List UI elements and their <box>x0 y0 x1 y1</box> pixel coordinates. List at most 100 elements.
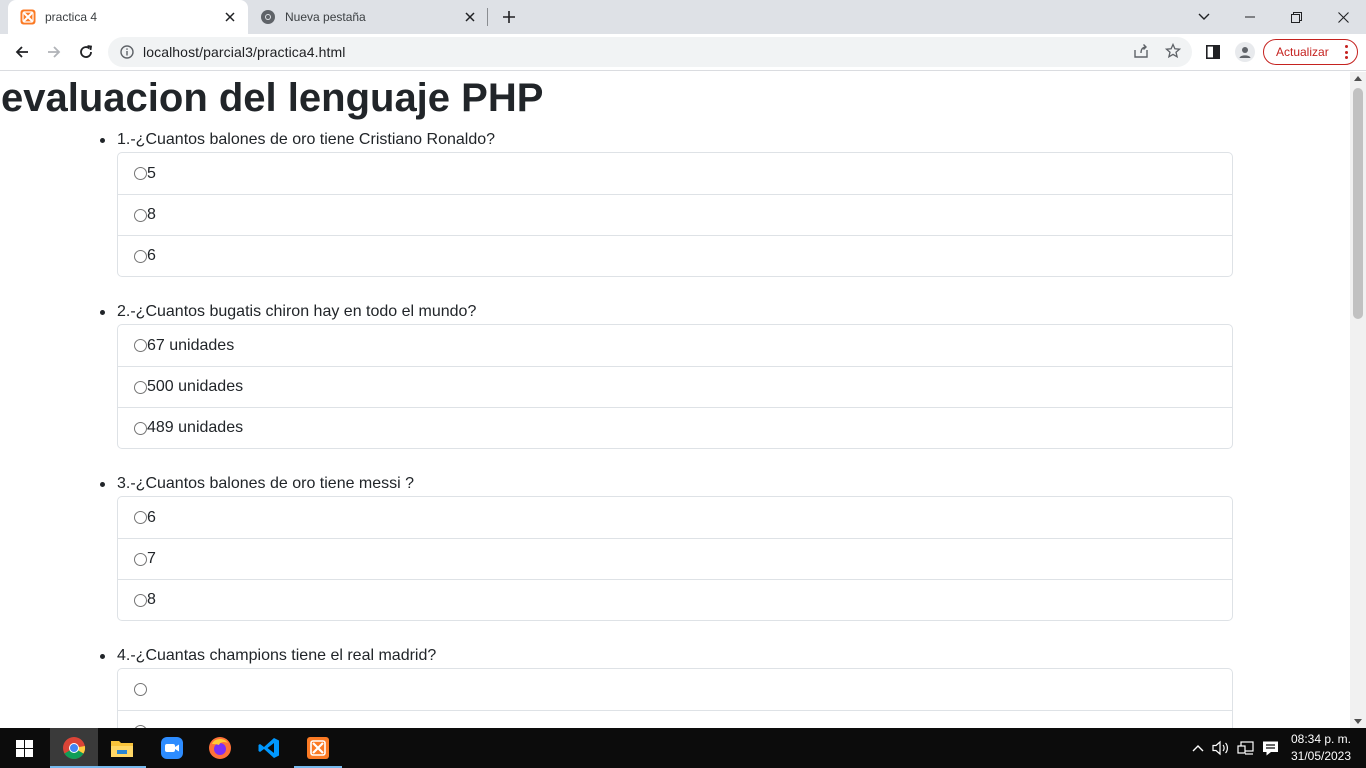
back-button[interactable] <box>8 38 36 66</box>
bullet <box>100 654 105 659</box>
start-icon <box>15 739 33 757</box>
page-title: evaluacion del lenguaje PHP <box>1 76 544 120</box>
close-window-button[interactable] <box>1320 0 1366 34</box>
bullet <box>100 138 105 143</box>
option-item[interactable]: 67 unidades <box>118 325 1232 366</box>
option-item[interactable]: 6 <box>118 235 1232 276</box>
question-4: 4.-¿Cuantas champions tiene el real madr… <box>100 644 1233 728</box>
option-item[interactable]: 489 unidades <box>118 407 1232 448</box>
close-tab-icon[interactable] <box>462 9 478 25</box>
url-text: localhost/parcial3/practica4.html <box>143 44 346 60</box>
taskbar-file-explorer[interactable] <box>98 728 146 768</box>
radio-button[interactable] <box>134 511 147 524</box>
bullet <box>100 310 105 315</box>
radio-button[interactable] <box>134 167 147 180</box>
radio-button[interactable] <box>134 421 147 435</box>
scrollbar-thumb[interactable] <box>1353 88 1363 319</box>
new-tab-button[interactable] <box>498 6 520 28</box>
question-text: 2.-¿Cuantos bugatis chiron hay en todo e… <box>100 300 1233 324</box>
clock-date: 31/05/2023 <box>1290 749 1352 763</box>
plus-icon <box>503 11 515 23</box>
address-bar[interactable]: localhost/parcial3/practica4.html <box>108 37 1192 67</box>
restore-button[interactable] <box>1273 0 1319 34</box>
windows-taskbar: 08:34 p. m. 31/05/2023 <box>0 728 1366 768</box>
start-button[interactable] <box>0 728 48 768</box>
arrow-right-icon <box>48 46 61 58</box>
show-hidden-icons-icon[interactable] <box>1189 739 1207 757</box>
minimize-icon <box>1245 16 1255 18</box>
question-3: 3.-¿Cuantos balones de oro tiene messi ?… <box>100 472 1233 621</box>
xampp-icon <box>307 737 329 759</box>
tab-search-button[interactable] <box>1181 0 1227 34</box>
tab-title: Nueva pestaña <box>285 10 366 24</box>
minimize-button[interactable] <box>1227 0 1273 34</box>
taskbar-chrome[interactable] <box>50 728 98 768</box>
taskbar-vscode[interactable] <box>245 728 293 768</box>
radio-button[interactable] <box>134 552 147 566</box>
option-item[interactable]: 5 <box>118 153 1232 194</box>
question-label: 4.-¿Cuantas champions tiene el real madr… <box>117 647 437 664</box>
volume-icon[interactable] <box>1212 739 1230 757</box>
radio-button[interactable] <box>134 683 147 696</box>
option-item[interactable]: 500 unidades <box>118 366 1232 407</box>
update-button[interactable]: Actualizar <box>1263 39 1358 65</box>
reload-icon <box>80 45 93 58</box>
close-icon <box>1337 11 1349 23</box>
option-item[interactable]: 8 <box>118 194 1232 235</box>
close-tab-icon[interactable] <box>222 9 238 25</box>
browser-toolbar: localhost/parcial3/practica4.html Actual… <box>0 34 1366 71</box>
firefox-icon <box>209 737 231 759</box>
side-panel-icon <box>1206 45 1220 59</box>
option-item[interactable]: 8 <box>118 579 1232 620</box>
more-menu-icon <box>1344 45 1348 59</box>
profile-button[interactable] <box>1232 39 1258 65</box>
option-item[interactable]: 6 <box>118 497 1232 538</box>
bookmark-star-icon[interactable] <box>1164 42 1182 60</box>
taskbar-xampp[interactable] <box>294 728 342 768</box>
reload-button[interactable] <box>72 38 100 66</box>
arrow-left-icon <box>15 46 28 58</box>
chrome-icon <box>63 737 86 759</box>
option-label: 5 <box>147 164 156 182</box>
share-icon[interactable] <box>1132 42 1150 60</box>
question-label: 3.-¿Cuantos balones de oro tiene messi ? <box>117 475 415 492</box>
option-item[interactable] <box>118 669 1232 710</box>
option-item[interactable] <box>118 710 1232 728</box>
update-label: Actualizar <box>1276 45 1329 59</box>
radio-button[interactable] <box>134 339 147 352</box>
tab-strip: practica 4 Nueva pestaña <box>0 0 1366 34</box>
radio-button[interactable] <box>134 208 147 222</box>
tab-practica-4[interactable]: practica 4 <box>8 0 248 34</box>
forward-button[interactable] <box>40 38 68 66</box>
radio-button[interactable] <box>134 380 147 394</box>
restore-icon <box>1290 11 1302 23</box>
taskbar-zoom[interactable] <box>148 728 196 768</box>
chrome-icon <box>260 9 276 25</box>
network-icon[interactable] <box>1237 739 1255 757</box>
option-label: 489 unidades <box>147 419 244 436</box>
radio-button[interactable] <box>134 593 147 607</box>
question-text: 3.-¿Cuantos balones de oro tiene messi ? <box>100 472 1233 496</box>
option-label: 8 <box>147 206 156 223</box>
options-list <box>117 668 1233 728</box>
notifications-icon[interactable] <box>1261 739 1279 757</box>
option-label: 7 <box>147 550 156 567</box>
vscode-icon <box>258 738 279 758</box>
bullet <box>100 482 105 487</box>
options-list: 67 unidades 500 unidades 489 unidades <box>117 324 1233 449</box>
options-list: 6 7 8 <box>117 496 1233 621</box>
tab-nueva-pestana[interactable]: Nueva pestaña <box>252 0 488 34</box>
scroll-up-icon[interactable] <box>1354 76 1362 81</box>
scroll-down-icon[interactable] <box>1354 719 1362 724</box>
tab-title: practica 4 <box>45 10 98 24</box>
clock-time: 08:34 p. m. <box>1290 732 1352 746</box>
system-clock[interactable]: 08:34 p. m. 31/05/2023 <box>1286 731 1356 765</box>
option-item[interactable]: 7 <box>118 538 1232 579</box>
taskbar-firefox[interactable] <box>196 728 244 768</box>
page-scrollbar[interactable] <box>1350 72 1366 728</box>
tab-divider <box>487 8 488 26</box>
radio-button[interactable] <box>134 249 147 263</box>
option-label: 6 <box>147 247 156 264</box>
side-panel-button[interactable] <box>1200 39 1226 65</box>
question-2: 2.-¿Cuantos bugatis chiron hay en todo e… <box>100 300 1233 449</box>
